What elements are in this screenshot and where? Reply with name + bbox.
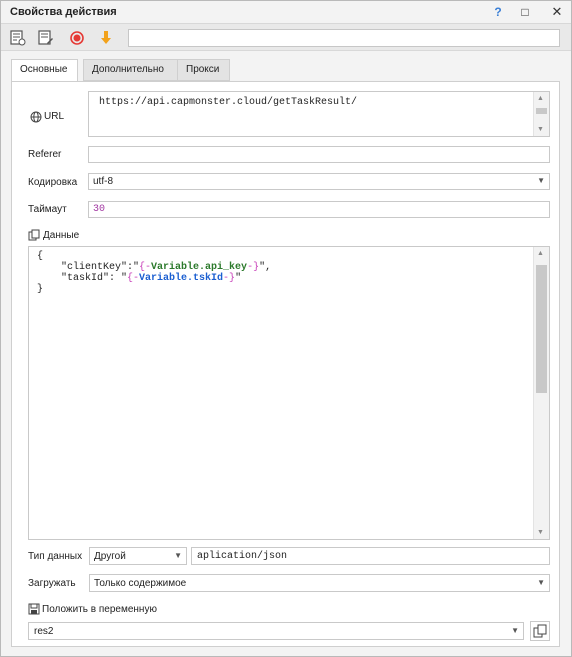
tab-additional-label: Дополнительно	[92, 64, 164, 75]
code-line-1: {	[37, 251, 44, 262]
url-scrollbar[interactable]: ▲ ▼	[533, 92, 549, 136]
close-button[interactable]: ✕	[546, 3, 568, 21]
chevron-down-icon: ▼	[537, 176, 545, 185]
code-line-2-var: Variable.api_key	[151, 262, 248, 273]
main-panel: URL https://api.capmonster.cloud/getTask…	[11, 81, 560, 647]
toolbar-input[interactable]	[128, 29, 560, 47]
save-variable-select[interactable]: res2 ▼	[28, 622, 524, 640]
code-line-3-end: "	[235, 273, 242, 284]
scroll-down-icon[interactable]: ▼	[537, 126, 544, 133]
chevron-down-icon: ▼	[511, 626, 519, 635]
url-value: https://api.capmonster.cloud/getTaskResu…	[99, 97, 358, 108]
encoding-label: Кодировка	[28, 177, 78, 188]
encoding-select[interactable]: utf-8 ▼	[88, 173, 550, 190]
encoding-value: utf-8	[93, 176, 114, 187]
scroll-thumb[interactable]	[536, 108, 547, 114]
data-label: Данные	[43, 230, 80, 241]
code-line-2-key: "clientKey":"	[37, 262, 140, 273]
load-label: Загружать	[28, 578, 76, 589]
scroll-down-icon[interactable]: ▼	[537, 529, 544, 536]
title-bar: Свойства действия ? □ ✕	[1, 1, 571, 23]
referer-label: Referer	[28, 149, 62, 160]
copy-variable-button[interactable]	[530, 621, 550, 641]
code-line-2-close: -}	[247, 262, 260, 273]
code-line-2-end: ",	[259, 262, 272, 273]
data-type-select[interactable]: Другой ▼	[89, 547, 187, 565]
window-title: Свойства действия	[10, 6, 117, 18]
data-scrollbar[interactable]: ▲ ▼	[533, 247, 549, 539]
code-line-4: }	[37, 284, 44, 295]
timeout-value: 30	[93, 204, 106, 215]
timeout-label: Таймаут	[28, 204, 67, 215]
tab-main[interactable]: Основные	[11, 59, 78, 82]
chevron-down-icon: ▼	[174, 551, 182, 560]
copy-icon	[533, 624, 547, 638]
scroll-thumb[interactable]	[536, 265, 547, 393]
code-line-3-open: {-	[127, 273, 140, 284]
tab-proxy[interactable]: Прокси	[177, 59, 230, 81]
code-line-3-key: "taskId": "	[37, 273, 128, 284]
action-properties-window: Свойства действия ? □ ✕ Основные Дополни…	[0, 0, 572, 657]
load-value: Только содержимое	[94, 578, 187, 589]
data-editor[interactable]: { "clientKey":"{-Variable.api_key-}", "t…	[28, 246, 550, 540]
toolbar	[1, 23, 571, 51]
help-button[interactable]: ?	[487, 3, 509, 21]
data-type-label: Тип данных	[28, 551, 83, 562]
timeout-field[interactable]: 30	[88, 201, 550, 218]
save-variable-value: res2	[34, 626, 54, 637]
record-icon[interactable]	[67, 28, 87, 48]
code-line-2-open: {-	[139, 262, 152, 273]
save-label: Положить в переменную	[42, 604, 157, 615]
content-type-field[interactable]: aplication/json	[191, 547, 550, 565]
tab-proxy-label: Прокси	[186, 64, 220, 75]
properties-icon[interactable]	[8, 28, 28, 48]
tab-additional[interactable]: Дополнительно	[83, 59, 179, 81]
content-type-value: aplication/json	[197, 551, 288, 562]
code-line-3-close: -}	[223, 273, 236, 284]
globe-icon	[30, 111, 42, 123]
scroll-up-icon[interactable]: ▲	[537, 250, 544, 257]
edit-icon[interactable]	[36, 28, 56, 48]
chevron-down-icon: ▼	[537, 578, 545, 587]
maximize-button[interactable]: □	[514, 3, 536, 21]
copy-icon	[28, 229, 40, 241]
save-icon	[28, 603, 40, 615]
tab-main-label: Основные	[20, 64, 68, 75]
data-type-value: Другой	[94, 551, 126, 562]
load-select[interactable]: Только содержимое ▼	[89, 574, 550, 592]
data-code: { "clientKey":"{-Variable.api_key-}", "t…	[37, 251, 271, 295]
arrow-down-icon[interactable]	[96, 28, 116, 48]
scroll-up-icon[interactable]: ▲	[537, 95, 544, 102]
url-label: URL	[44, 111, 65, 122]
url-field[interactable]: https://api.capmonster.cloud/getTaskResu…	[88, 91, 550, 137]
code-line-3-var: Variable.tskId	[139, 273, 224, 284]
referer-field[interactable]	[88, 146, 550, 163]
